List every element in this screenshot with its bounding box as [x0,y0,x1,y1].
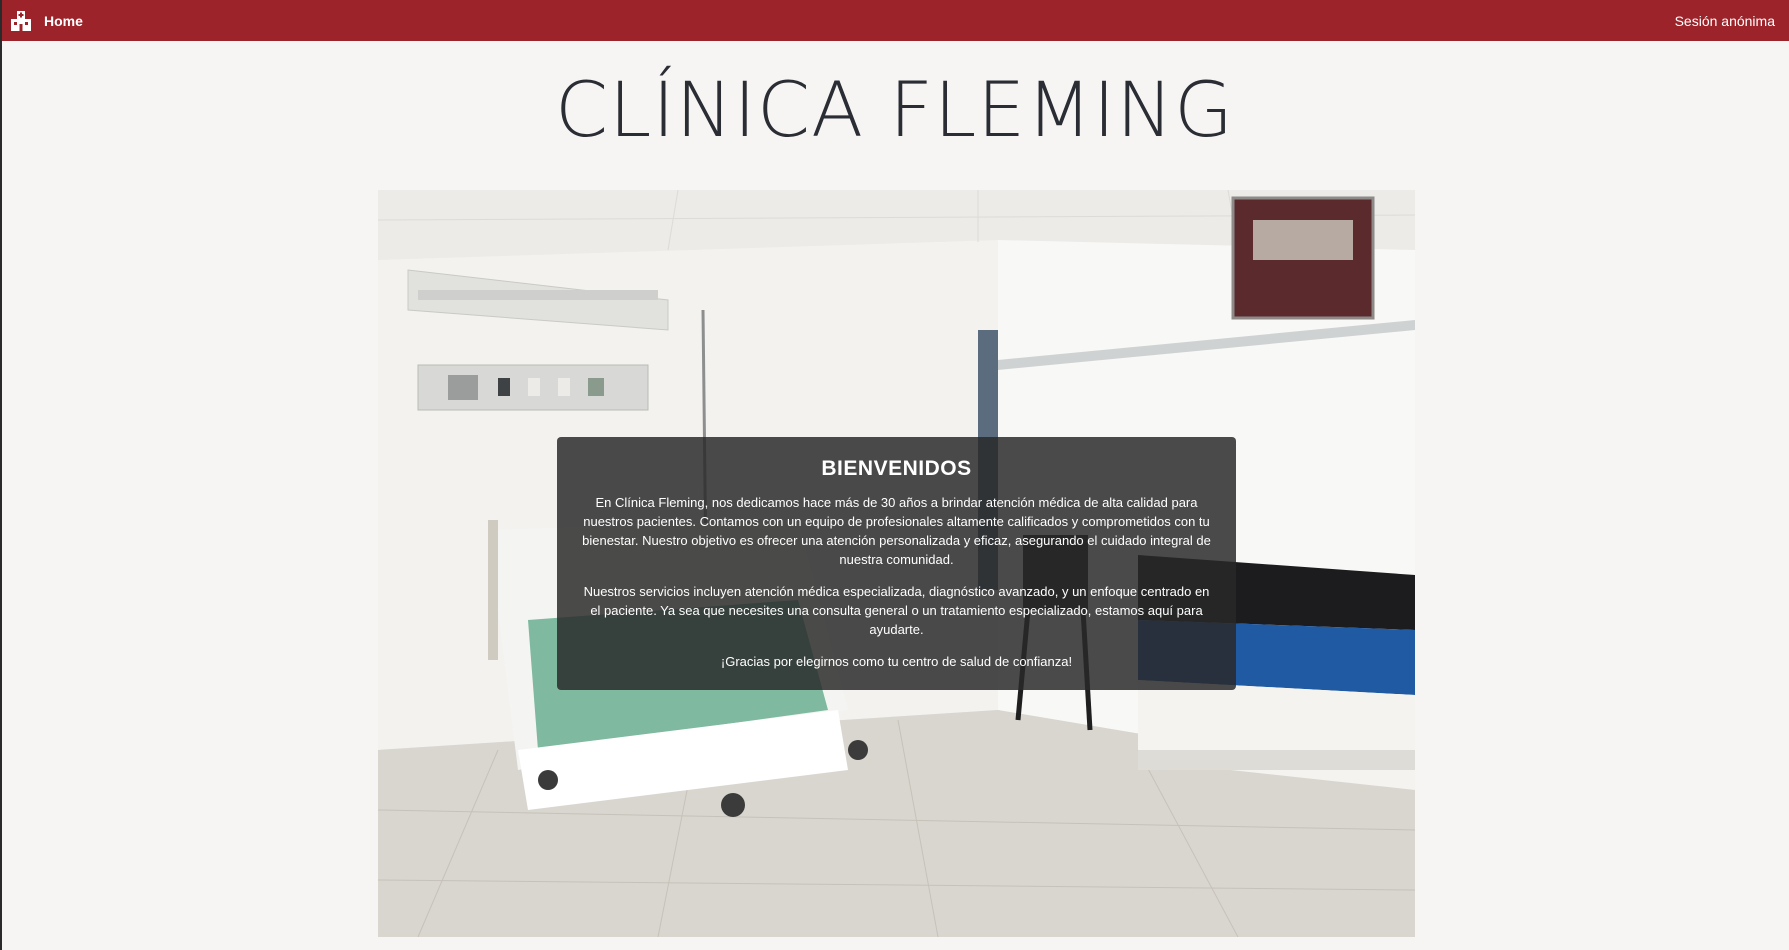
top-navbar: Home Sesión anónima [0,0,1789,41]
home-link[interactable]: Home [10,10,83,31]
welcome-card: BIENVENIDOS En Clínica Fleming, nos dedi… [557,437,1236,690]
home-label: Home [44,12,83,29]
hospital-icon [10,10,32,31]
welcome-paragraph-1: En Clínica Fleming, nos dedicamos hace m… [582,495,1211,567]
welcome-heading: BIENVENIDOS [821,457,972,480]
welcome-paragraph-3: ¡Gracias por elegirnos como tu centro de… [720,654,1073,669]
left-border [0,41,2,950]
welcome-paragraph-2: Nuestros servicios incluyen atención méd… [583,584,1210,637]
session-status-link[interactable]: Sesión anónima [1675,13,1775,29]
page-title: CLÍNICA FLEMING [554,65,1235,154]
